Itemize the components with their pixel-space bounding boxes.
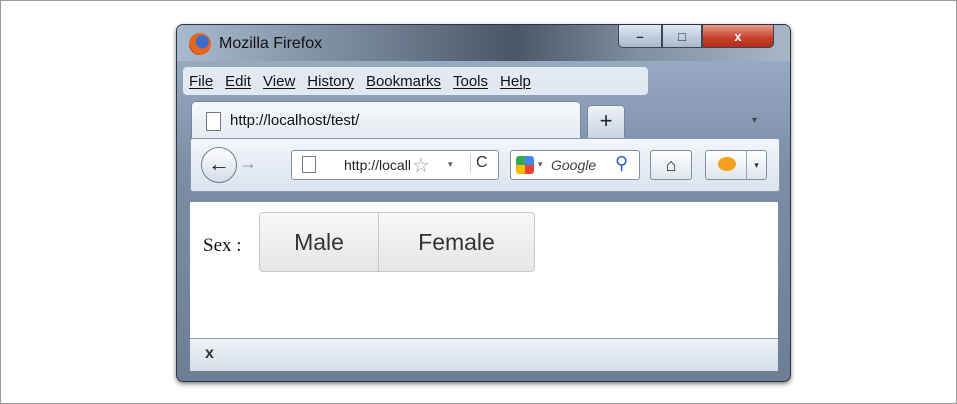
close-button[interactable]: x	[702, 25, 774, 48]
menu-file[interactable]: File	[183, 73, 219, 90]
url-history-dropdown[interactable]: ▾	[448, 159, 453, 170]
home-button[interactable]: ⌂	[650, 150, 692, 180]
page-content: Sex : Male Female	[190, 202, 778, 338]
magnifier-icon[interactable]: ⚲	[615, 153, 628, 174]
search-engine-dropdown[interactable]: ▾	[538, 159, 543, 170]
sex-segmented-control: Male Female	[259, 212, 535, 272]
page-icon	[302, 156, 316, 173]
back-button[interactable]: ←	[201, 147, 237, 183]
page-icon	[206, 112, 221, 131]
female-button[interactable]: Female	[379, 213, 534, 271]
menu-view[interactable]: View	[257, 73, 301, 90]
minimize-button[interactable]: –	[618, 25, 662, 48]
maximize-button[interactable]: □	[662, 25, 702, 48]
browser-window: Mozilla Firefox – □ x File Edit View His…	[176, 24, 791, 382]
addon-button[interactable]: ▾	[705, 150, 767, 180]
close-icon[interactable]: x	[205, 345, 214, 363]
menu-bar: File Edit View History Bookmarks Tools H…	[183, 67, 648, 95]
star-icon[interactable]: ☆	[412, 153, 430, 178]
new-tab-button[interactable]: +	[587, 105, 625, 139]
ladybug-icon	[718, 157, 736, 171]
sex-label: Sex :	[203, 235, 242, 256]
menu-help[interactable]: Help	[494, 73, 537, 90]
window-title: Mozilla Firefox	[219, 35, 323, 52]
title-bar: Mozilla Firefox – □ x	[177, 25, 790, 61]
url-bar[interactable]: http://localhost/test/ ☆ ▾ C	[291, 150, 499, 180]
menu-bookmarks[interactable]: Bookmarks	[360, 73, 447, 90]
google-icon[interactable]	[516, 156, 534, 174]
window-controls: – □ x	[618, 25, 780, 48]
forward-button[interactable]: →	[239, 153, 257, 174]
search-bar[interactable]: ▾ Google ⚲	[510, 150, 640, 180]
find-bar: x	[190, 338, 778, 371]
male-button[interactable]: Male	[260, 213, 379, 271]
tab-list-chevron-icon[interactable]: ▾	[752, 115, 757, 126]
tab-label: http://localhost/test/	[230, 112, 360, 129]
addon-dropdown[interactable]: ▾	[746, 151, 766, 179]
navigation-toolbar: ← → http://localhost/test/ ☆ ▾ C ▾ Googl…	[190, 138, 780, 192]
firefox-icon	[189, 33, 211, 55]
url-text[interactable]: http://localhost/test/	[344, 157, 410, 173]
reload-button[interactable]: C	[470, 154, 488, 172]
tab-localhost[interactable]: http://localhost/test/	[191, 101, 581, 140]
search-input[interactable]: Google	[551, 157, 609, 173]
menu-history[interactable]: History	[301, 73, 360, 90]
menu-edit[interactable]: Edit	[219, 73, 257, 90]
menu-tools[interactable]: Tools	[447, 73, 494, 90]
